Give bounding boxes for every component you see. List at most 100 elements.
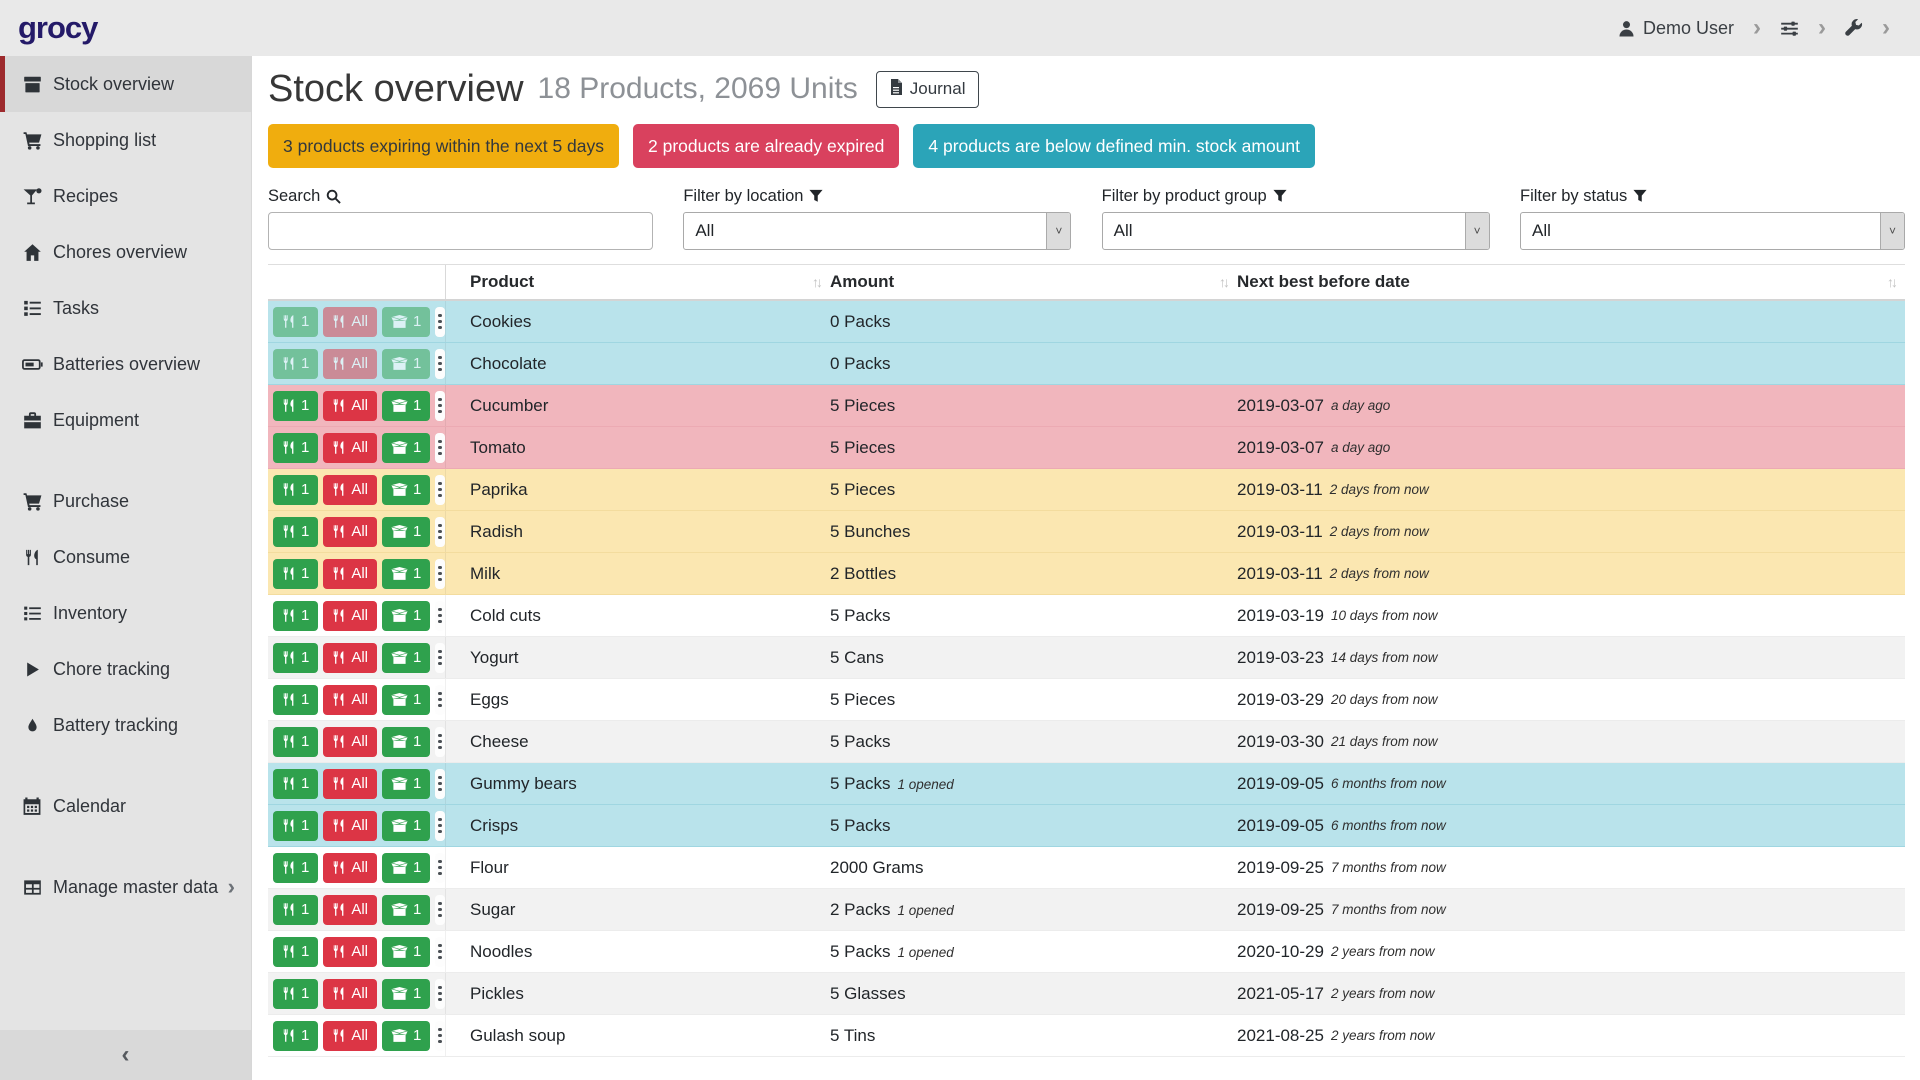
consume-one-button[interactable]: 1 (273, 601, 318, 631)
consume-all-button[interactable]: All (323, 811, 377, 841)
consume-all-button[interactable]: All (323, 475, 377, 505)
consume-one-button[interactable]: 1 (273, 643, 318, 673)
sidebar-item-batteries-overview[interactable]: Batteries overview (0, 336, 251, 392)
open-one-button[interactable]: 1 (382, 685, 430, 715)
consume-one-button[interactable]: 1 (273, 811, 318, 841)
consume-one-button[interactable]: 1 (273, 433, 318, 463)
row-menu-button[interactable] (435, 349, 445, 379)
open-one-button[interactable]: 1 (382, 475, 430, 505)
open-one-button[interactable]: 1 (382, 853, 430, 883)
open-one-button[interactable]: 1 (382, 643, 430, 673)
sidebar-item-tasks[interactable]: Tasks (0, 280, 251, 336)
row-menu-button[interactable] (435, 307, 445, 337)
settings-menu[interactable] (1780, 19, 1799, 38)
status-badge[interactable]: 4 products are below defined min. stock … (913, 124, 1315, 168)
open-one-button[interactable]: 1 (382, 727, 430, 757)
sidebar-item-inventory[interactable]: Inventory (0, 585, 251, 641)
status-select[interactable]: All ˅ (1520, 212, 1905, 250)
row-menu-button[interactable] (435, 811, 445, 841)
consume-one-button[interactable]: 1 (273, 727, 318, 757)
product-group-select[interactable]: All ˅ (1102, 212, 1490, 250)
consume-all-button[interactable]: All (323, 601, 377, 631)
chevron-right-icon[interactable]: › (1882, 16, 1890, 40)
status-badge[interactable]: 2 products are already expired (633, 124, 899, 168)
row-menu-button[interactable] (435, 979, 445, 1009)
row-menu-button[interactable] (435, 391, 445, 421)
row-menu-button[interactable] (435, 517, 445, 547)
status-badge[interactable]: 3 products expiring within the next 5 da… (268, 124, 619, 168)
row-menu-button[interactable] (435, 727, 445, 757)
consume-all-button[interactable]: All (323, 1021, 377, 1051)
row-menu-button[interactable] (435, 559, 445, 589)
open-one-button[interactable]: 1 (382, 559, 430, 589)
row-menu-button[interactable] (435, 475, 445, 505)
chevron-right-icon[interactable]: › (1818, 16, 1826, 40)
consume-all-button[interactable]: All (323, 391, 377, 421)
consume-all-button[interactable]: All (323, 685, 377, 715)
consume-one-button[interactable]: 1 (273, 517, 318, 547)
consume-all-button[interactable]: All (323, 433, 377, 463)
row-menu-button[interactable] (435, 433, 445, 463)
open-one-button[interactable]: 1 (382, 895, 430, 925)
sidebar-item-chores-overview[interactable]: Chores overview (0, 224, 251, 280)
row-menu-button[interactable] (435, 601, 445, 631)
column-header-date[interactable]: Next best before date (1237, 272, 1410, 292)
consume-all-button[interactable]: All (323, 937, 377, 967)
sidebar-item-calendar[interactable]: Calendar (0, 778, 251, 834)
sort-icon[interactable]: ↑↓ (812, 274, 820, 290)
row-menu-button[interactable] (435, 853, 445, 883)
admin-menu[interactable] (1845, 19, 1863, 37)
consume-one-button[interactable]: 1 (273, 853, 318, 883)
user-menu[interactable]: Demo User (1618, 18, 1734, 39)
sidebar-collapse-button[interactable]: ‹ (0, 1030, 251, 1080)
open-one-button[interactable]: 1 (382, 433, 430, 463)
sidebar-item-chore-tracking[interactable]: Chore tracking (0, 641, 251, 697)
consume-all-button[interactable]: All (323, 853, 377, 883)
row-menu-button[interactable] (435, 643, 445, 673)
row-menu-button[interactable] (435, 1021, 445, 1051)
sidebar-item-shopping-list[interactable]: Shopping list (0, 112, 251, 168)
sidebar-item-purchase[interactable]: Purchase (0, 473, 251, 529)
sidebar-item-consume[interactable]: Consume (0, 529, 251, 585)
row-menu-button[interactable] (435, 685, 445, 715)
consume-all-button[interactable]: All (323, 517, 377, 547)
consume-all-button[interactable]: All (323, 643, 377, 673)
consume-one-button[interactable]: 1 (273, 1021, 318, 1051)
consume-all-button[interactable]: All (323, 727, 377, 757)
consume-one-button[interactable]: 1 (273, 559, 318, 589)
consume-all-button[interactable]: All (323, 895, 377, 925)
consume-one-button[interactable]: 1 (273, 685, 318, 715)
consume-all-button[interactable]: All (323, 979, 377, 1009)
sidebar-item-battery-tracking[interactable]: Battery tracking (0, 697, 251, 753)
journal-button[interactable]: Journal (876, 71, 979, 108)
column-header-product[interactable]: Product (470, 272, 534, 292)
row-menu-button[interactable] (435, 937, 445, 967)
sidebar-item-stock-overview[interactable]: Stock overview (0, 56, 251, 112)
consume-all-button[interactable]: All (323, 769, 377, 799)
consume-one-button[interactable]: 1 (273, 475, 318, 505)
sort-icon[interactable]: ↑↓ (1219, 274, 1227, 290)
consume-one-button[interactable]: 1 (273, 937, 318, 967)
open-one-button[interactable]: 1 (382, 601, 430, 631)
open-one-button[interactable]: 1 (382, 391, 430, 421)
open-one-button[interactable]: 1 (382, 1021, 430, 1051)
consume-one-button[interactable]: 1 (273, 979, 318, 1009)
row-menu-button[interactable] (435, 769, 445, 799)
consume-one-button[interactable]: 1 (273, 391, 318, 421)
open-one-button[interactable]: 1 (382, 517, 430, 547)
sort-icon[interactable]: ↑↓ (1887, 274, 1895, 290)
open-one-button[interactable]: 1 (382, 811, 430, 841)
sidebar-item-equipment[interactable]: Equipment (0, 392, 251, 448)
consume-one-button[interactable]: 1 (273, 895, 318, 925)
search-input[interactable] (268, 212, 653, 250)
open-one-button[interactable]: 1 (382, 979, 430, 1009)
chevron-right-icon[interactable]: › (1753, 16, 1761, 40)
open-one-button[interactable]: 1 (382, 769, 430, 799)
open-one-button[interactable]: 1 (382, 937, 430, 967)
column-header-amount[interactable]: Amount (830, 272, 894, 292)
consume-all-button[interactable]: All (323, 559, 377, 589)
row-menu-button[interactable] (435, 895, 445, 925)
sidebar-item-manage-master-data[interactable]: Manage master data› (0, 859, 251, 915)
sidebar-item-recipes[interactable]: Recipes (0, 168, 251, 224)
location-select[interactable]: All ˅ (683, 212, 1071, 250)
